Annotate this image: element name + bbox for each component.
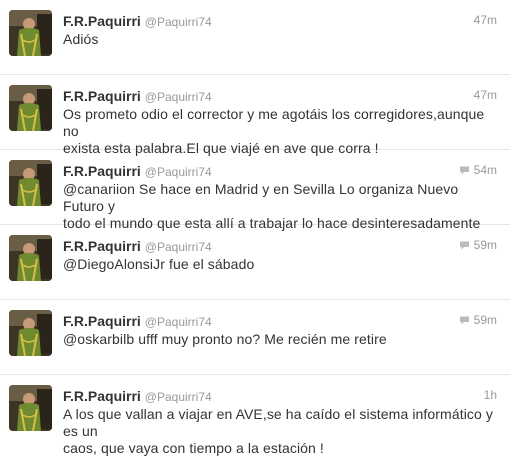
tweet-author[interactable]: F.R.Paquirri @Paquirri74	[63, 388, 212, 404]
avatar[interactable]	[9, 235, 52, 281]
tweet-time[interactable]: 1h	[484, 388, 497, 402]
author-handle[interactable]: @Paquirri74	[145, 90, 212, 104]
tweet-text-line: Adiós	[63, 31, 99, 47]
avatar[interactable]	[9, 160, 52, 206]
tweet-text-line: caos, que vaya con tiempo a la estación …	[63, 440, 324, 456]
tweet-item[interactable]: F.R.Paquirri @Paquirri74 59m @DiegoAlonsi…	[0, 225, 510, 300]
tweet-item[interactable]: F.R.Paquirri @Paquirri74 59m @oskarbilb u…	[0, 300, 510, 375]
tweet-meta: 59m	[459, 238, 497, 252]
avatar[interactable]	[9, 85, 52, 131]
author-name[interactable]: F.R.Paquirri	[63, 313, 141, 329]
tweet-meta: 59m	[459, 313, 497, 327]
avatar[interactable]	[9, 385, 52, 431]
tweet-text-line: @canariion Se hace en Madrid y en Sevill…	[63, 181, 459, 214]
tweet-text-line: A los que vallan a viajar en AVE,se ha c…	[63, 406, 493, 439]
tweet-author[interactable]: F.R.Paquirri @Paquirri74	[63, 13, 212, 29]
tweet-item[interactable]: F.R.Paquirri @Paquirri74 1h A los que val…	[0, 375, 510, 456]
reply-arrow-icon	[459, 315, 470, 325]
tweet-author[interactable]: F.R.Paquirri @Paquirri74	[63, 163, 212, 179]
tweet-time[interactable]: 59m	[474, 313, 497, 327]
tweet-text-line: @DiegoAlonsiJr fue el sábado	[63, 256, 255, 272]
tweet-text: @DiegoAlonsiJr fue el sábado	[63, 256, 496, 273]
tweet-meta: 54m	[459, 163, 497, 177]
tweet-author[interactable]: F.R.Paquirri @Paquirri74	[63, 313, 212, 329]
author-handle[interactable]: @Paquirri74	[145, 165, 212, 179]
tweet-meta: 1h	[484, 388, 497, 402]
author-name[interactable]: F.R.Paquirri	[63, 13, 141, 29]
tweet-text: Adiós	[63, 31, 496, 48]
tweet-text-line: Os prometo odio el corrector y me agotái…	[63, 106, 485, 139]
author-handle[interactable]: @Paquirri74	[145, 315, 212, 329]
author-name[interactable]: F.R.Paquirri	[63, 388, 141, 404]
tweet-item[interactable]: F.R.Paquirri @Paquirri74 54m @canariion S…	[0, 150, 510, 231]
tweet-meta: 47m	[474, 88, 497, 102]
author-handle[interactable]: @Paquirri74	[145, 390, 212, 404]
tweet-meta: 47m	[474, 13, 497, 27]
avatar[interactable]	[9, 310, 52, 356]
tweet-author[interactable]: F.R.Paquirri @Paquirri74	[63, 238, 212, 254]
author-handle[interactable]: @Paquirri74	[145, 240, 212, 254]
author-name[interactable]: F.R.Paquirri	[63, 238, 141, 254]
author-handle[interactable]: @Paquirri74	[145, 15, 212, 29]
tweet-text-line: @oskarbilb ufff muy pronto no? Me recién…	[63, 331, 387, 347]
tweet-text: A los que vallan a viajar en AVE,se ha c…	[63, 406, 496, 457]
tweet-time[interactable]: 59m	[474, 238, 497, 252]
tweet-text: @oskarbilb ufff muy pronto no? Me recién…	[63, 331, 496, 348]
tweet-item[interactable]: F.R.Paquirri @Paquirri74 47m Adiós	[0, 0, 510, 75]
tweet-time[interactable]: 47m	[474, 88, 497, 102]
author-name[interactable]: F.R.Paquirri	[63, 163, 141, 179]
author-name[interactable]: F.R.Paquirri	[63, 88, 141, 104]
tweet-author[interactable]: F.R.Paquirri @Paquirri74	[63, 88, 212, 104]
reply-arrow-icon	[459, 240, 470, 250]
avatar[interactable]	[9, 10, 52, 56]
tweet-item[interactable]: F.R.Paquirri @Paquirri74 47m Os prometo o…	[0, 75, 510, 156]
reply-arrow-icon	[459, 165, 470, 175]
tweet-time[interactable]: 47m	[474, 13, 497, 27]
tweet-time[interactable]: 54m	[474, 163, 497, 177]
tweet-timeline: F.R.Paquirri @Paquirri74 47m Adiós F.R.Pa…	[0, 0, 510, 456]
